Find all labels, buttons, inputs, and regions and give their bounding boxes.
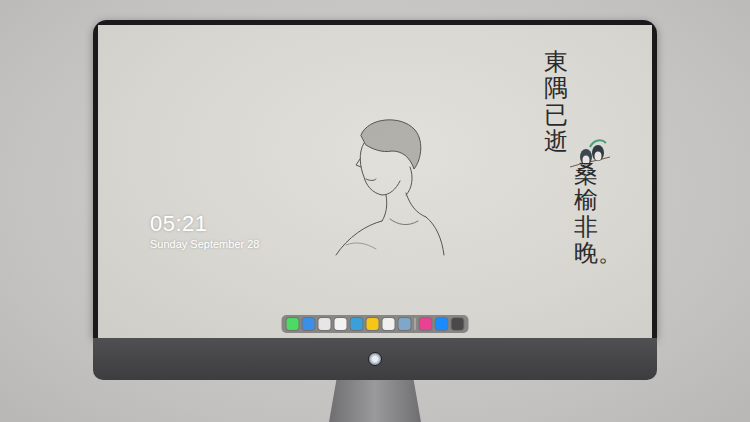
monitor-logo-icon [368,352,382,366]
poem-line: 桑榆非晚。 [574,161,598,267]
monitor-bezel: 05:21Sunday September 28 東隅已逝桑榆非晚。 [93,20,657,338]
monitor-stand [329,380,421,422]
dock-app-icon[interactable] [303,318,315,330]
dock-app-icon[interactable] [319,318,331,330]
dock-app-icon[interactable] [452,318,464,330]
lock-clock: 05:21Sunday September 28 [150,211,259,252]
monitor: 05:21Sunday September 28 東隅已逝桑榆非晚。 [0,0,750,422]
dock-app-icon[interactable] [383,318,395,330]
clock-date: Sunday September 28 [150,237,259,251]
dock [282,315,469,333]
dock-app-icon[interactable] [367,318,379,330]
dock-app-icon[interactable] [420,318,432,330]
dock-app-icon[interactable] [436,318,448,330]
dock-app-icon[interactable] [351,318,363,330]
poem-line: 東隅已逝 [544,49,568,155]
dock-app-icon[interactable] [287,318,299,330]
dock-app-icon[interactable] [399,318,411,330]
desktop-screen[interactable]: 05:21Sunday September 28 東隅已逝桑榆非晚。 [98,25,652,338]
monitor-chin [93,338,657,380]
clock-time: 05:21 [150,211,259,237]
dock-separator [415,318,416,330]
dock-app-icon[interactable] [335,318,347,330]
portrait-sketch-icon [306,107,456,257]
